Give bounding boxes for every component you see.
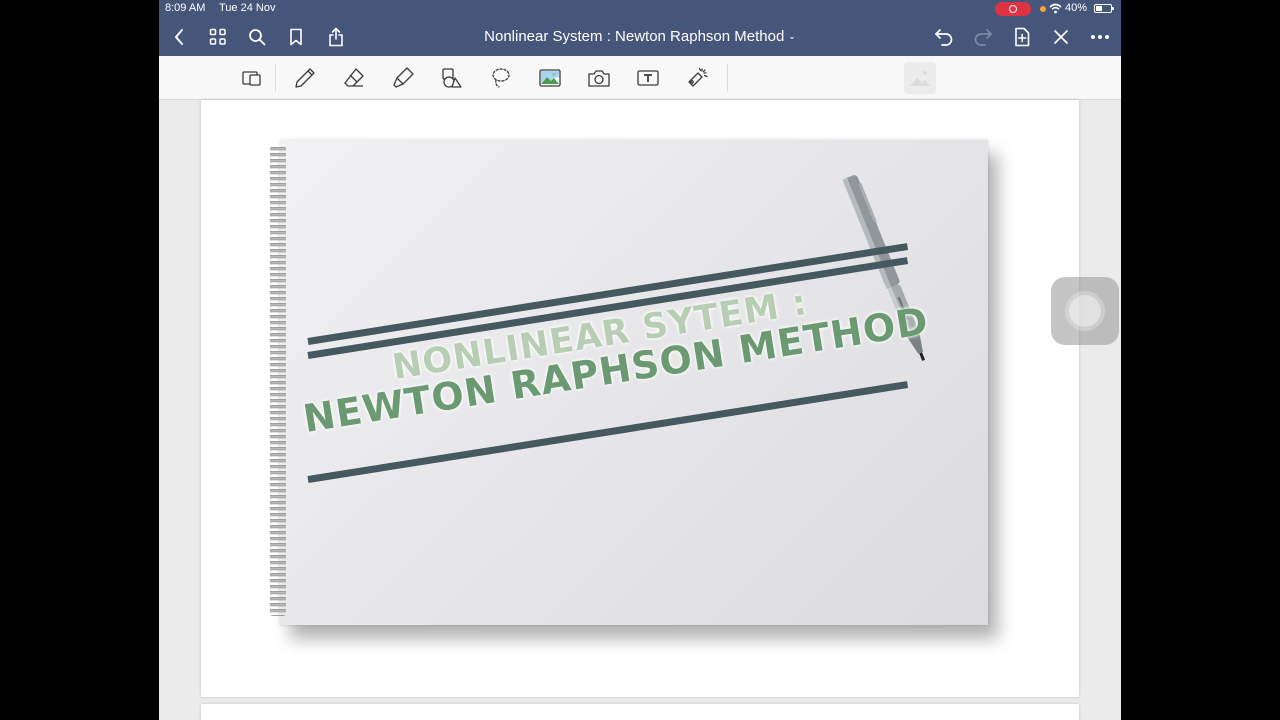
battery-icon: [1094, 4, 1114, 13]
status-date: Tue 24 Nov: [219, 2, 276, 14]
share-icon[interactable]: [325, 26, 347, 48]
undo-icon[interactable]: [933, 26, 955, 48]
pen-icon[interactable]: [292, 65, 318, 91]
image-icon[interactable]: [537, 65, 563, 91]
eraser-icon[interactable]: [341, 65, 367, 91]
microphone-indicator-icon: [1040, 6, 1046, 12]
navigation-bar: Nonlinear System : Newton Raphson Method…: [159, 18, 1121, 56]
text-icon[interactable]: [635, 65, 661, 91]
notebook-page[interactable]: NONLINEAR SYTEM : NEWTON RAPHSON METHOD: [201, 100, 1079, 697]
add-page-icon[interactable]: [1011, 26, 1033, 48]
laser-pointer-icon[interactable]: [684, 65, 710, 91]
image-placeholder-icon[interactable]: [904, 62, 936, 94]
assistive-touch-button[interactable]: [1051, 277, 1119, 345]
document-title-text: Nonlinear System : Newton Raphson Method: [484, 28, 785, 45]
highlighter-icon[interactable]: [390, 65, 416, 91]
lasso-icon[interactable]: [488, 65, 514, 91]
status-bar: 8:09 AM Tue 24 Nov 40%: [159, 0, 1121, 18]
back-icon[interactable]: [168, 26, 190, 48]
camera-icon[interactable]: [586, 65, 612, 91]
bookmark-icon[interactable]: [285, 26, 307, 48]
toolbar-divider: [275, 64, 276, 92]
wifi-icon: [1049, 3, 1062, 14]
status-time: 8:09 AM: [165, 2, 206, 14]
ipad-screen: 8:09 AM Tue 24 Nov 40% Nonlinear System …: [159, 0, 1121, 720]
slide-title-group: NONLINEAR SYTEM : NEWTON RAPHSON METHOD: [201, 100, 1079, 697]
more-icon[interactable]: [1089, 26, 1111, 48]
redo-icon[interactable]: [972, 26, 994, 48]
search-icon[interactable]: [246, 26, 268, 48]
annotation-toolbar: [159, 56, 1121, 100]
screen-recording-icon: [995, 2, 1031, 16]
thumbnails-grid-icon[interactable]: [207, 26, 229, 48]
toolbar-divider: [727, 64, 728, 92]
close-icon[interactable]: [1050, 26, 1072, 48]
page-layout-icon[interactable]: [239, 65, 265, 91]
document-title[interactable]: Nonlinear System : Newton Raphson Method…: [459, 28, 821, 45]
battery-percentage: 40%: [1065, 2, 1088, 14]
chevron-down-icon: ⌄: [788, 31, 796, 41]
next-page-edge[interactable]: [201, 704, 1079, 720]
shapes-icon[interactable]: [439, 65, 465, 91]
